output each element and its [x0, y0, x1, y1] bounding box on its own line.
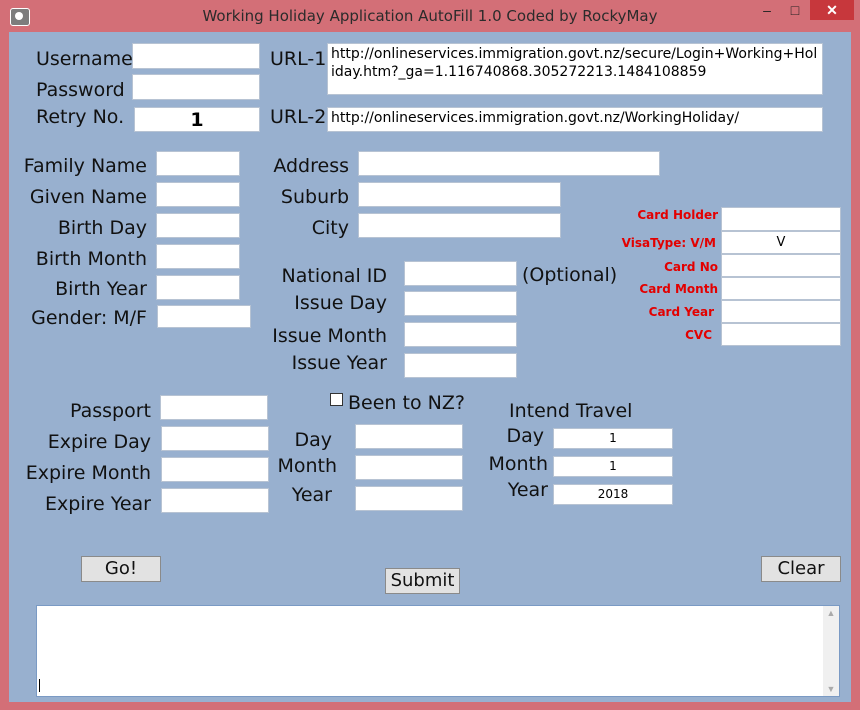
expire-day-label: Expire Day [47, 431, 151, 453]
visa-type-label: VisaType: V/M [621, 236, 716, 250]
travel-month-field[interactable]: 1 [553, 456, 673, 477]
travel-day-label: Day [506, 425, 544, 447]
cvc-label: CVC [685, 328, 712, 342]
submit-button[interactable]: Submit [385, 568, 460, 594]
password-field[interactable] [132, 74, 260, 100]
card-month-field[interactable] [721, 277, 841, 300]
birth-month-label: Birth Month [35, 248, 147, 270]
app-window: Working Holiday Application AutoFill 1.0… [0, 0, 860, 710]
card-holder-label: Card Holder [637, 208, 718, 222]
cvc-field[interactable] [721, 323, 841, 346]
issue-month-label: Issue Month [272, 325, 387, 347]
birth-year-field[interactable] [156, 275, 240, 300]
window-title: Working Holiday Application AutoFill 1.0… [202, 7, 658, 25]
issue-year-field[interactable] [404, 353, 517, 378]
city-field[interactable] [358, 213, 561, 238]
address-label: Address [273, 155, 349, 177]
card-no-field[interactable] [721, 254, 841, 277]
nz-month-label: Month [277, 455, 337, 477]
card-month-label: Card Month [639, 282, 718, 296]
birth-year-label: Birth Year [55, 278, 147, 300]
given-name-label: Given Name [29, 186, 147, 208]
suburb-field[interactable] [358, 182, 561, 207]
travel-day-field[interactable]: 1 [553, 428, 673, 449]
family-name-field[interactable] [156, 151, 240, 176]
maximize-icon[interactable]: □ [782, 0, 808, 20]
suburb-label: Suburb [280, 186, 349, 208]
issue-day-field[interactable] [404, 291, 517, 316]
travel-year-label: Year [507, 479, 548, 501]
url2-label: URL-2 [270, 106, 327, 128]
clear-button[interactable]: Clear [761, 556, 841, 582]
url2-field[interactable]: http://onlineservices.immigration.govt.n… [327, 107, 823, 132]
birth-day-label: Birth Day [57, 217, 147, 239]
close-icon[interactable]: ✕ [810, 0, 854, 20]
address-field[interactable] [358, 151, 660, 176]
passport-field[interactable] [160, 395, 268, 420]
username-field[interactable] [132, 43, 260, 69]
issue-year-label: Issue Year [291, 352, 387, 374]
family-name-label: Family Name [23, 155, 147, 177]
intend-travel-heading: Intend Travel [509, 400, 633, 422]
nz-month-field[interactable] [355, 455, 463, 480]
nz-year-label: Year [291, 484, 332, 506]
nz-day-field[interactable] [355, 424, 463, 449]
nz-year-field[interactable] [355, 486, 463, 511]
title-bar[interactable]: Working Holiday Application AutoFill 1.0… [0, 0, 860, 32]
log-textarea[interactable]: ▲ ▼ [36, 605, 840, 697]
url1-label: URL-1 [270, 48, 327, 70]
visa-type-field[interactable]: V [721, 231, 841, 254]
expire-month-label: Expire Month [25, 462, 151, 484]
card-year-label: Card Year [648, 305, 714, 319]
been-to-nz-checkbox[interactable] [330, 393, 343, 406]
been-to-nz-label: Been to NZ? [348, 392, 465, 414]
given-name-field[interactable] [156, 182, 240, 207]
scroll-down-icon[interactable]: ▼ [823, 684, 839, 694]
password-label: Password [36, 79, 125, 101]
issue-month-field[interactable] [404, 322, 517, 347]
card-year-field[interactable] [721, 300, 841, 323]
issue-day-label: Issue Day [294, 292, 387, 314]
expire-month-field[interactable] [161, 457, 269, 482]
minimize-icon[interactable]: – [754, 0, 780, 20]
text-caret [39, 679, 40, 692]
city-label: City [311, 217, 349, 239]
go-button[interactable]: Go! [81, 556, 161, 582]
url1-field[interactable]: http://onlineservices.immigration.govt.n… [327, 43, 823, 95]
national-id-field[interactable] [404, 261, 517, 286]
travel-month-label: Month [488, 453, 548, 475]
scroll-up-icon[interactable]: ▲ [823, 608, 839, 618]
retry-field[interactable]: 1 [134, 107, 260, 132]
passport-label: Passport [70, 400, 151, 422]
gender-field[interactable] [157, 305, 251, 328]
nz-day-label: Day [294, 429, 332, 451]
gender-label: Gender: M/F [31, 307, 147, 329]
log-scrollbar[interactable]: ▲ ▼ [823, 606, 839, 696]
birth-day-field[interactable] [156, 213, 240, 238]
expire-year-field[interactable] [161, 488, 269, 513]
birth-month-field[interactable] [156, 244, 240, 269]
expire-year-label: Expire Year [45, 493, 151, 515]
retry-label: Retry No. [36, 106, 125, 128]
national-id-label: National ID [281, 265, 387, 287]
username-label: Username [36, 48, 133, 70]
travel-year-field[interactable]: 2018 [553, 484, 673, 505]
expire-day-field[interactable] [161, 426, 269, 451]
card-holder-field[interactable] [721, 207, 841, 231]
card-no-label: Card No [664, 260, 718, 274]
